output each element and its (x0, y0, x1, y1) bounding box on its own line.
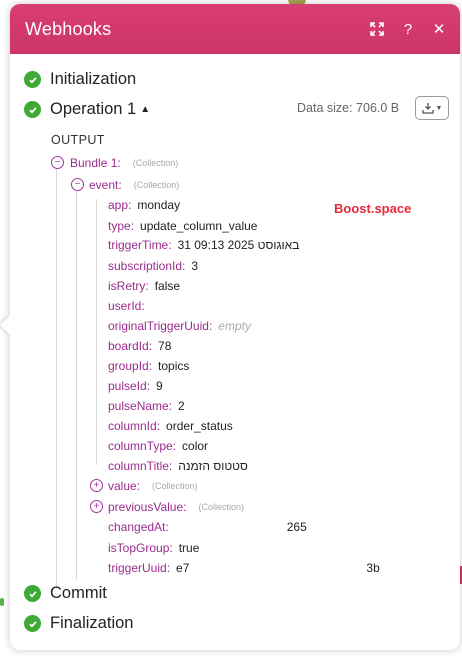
field-changedAt: changedAt: 265 (108, 520, 307, 534)
background-connector (0, 598, 4, 606)
collapse-bundle-icon[interactable]: − (51, 156, 64, 169)
field-originalTriggerUuid: originalTriggerUuid: empty (108, 319, 251, 333)
field-app: app: monday (108, 198, 181, 212)
check-icon (24, 71, 41, 88)
previous-value-row: previousValue: (Collection) (108, 500, 245, 514)
panel-header: Webhooks ? ✕ (10, 4, 460, 54)
output-label: OUTPUT (51, 133, 105, 147)
check-icon (24, 101, 41, 118)
webhooks-panel: Webhooks ? ✕ Initialization Operation 1 … (10, 4, 460, 650)
step-commit[interactable]: Commit (24, 584, 107, 603)
field-triggerTime: triggerTime:31 09:13 2025 באוגוסט (108, 238, 300, 252)
expand-icon[interactable] (370, 22, 384, 36)
field-type: type: update_column_value (108, 219, 258, 233)
help-icon[interactable]: ? (401, 21, 415, 38)
field-columnTitle: columnTitle: סטטוס הזמנה (108, 459, 248, 473)
field-isTopGroup: isTopGroup: true (108, 541, 200, 555)
expand-value-icon[interactable]: + (90, 479, 103, 492)
step-label: Operation 1 (50, 100, 137, 118)
close-icon[interactable]: ✕ (432, 21, 446, 38)
field-userId: userId: (108, 299, 145, 313)
step-label: Commit (50, 584, 107, 602)
step-initialization[interactable]: Initialization (24, 70, 136, 89)
panel-title: Webhooks (25, 18, 112, 39)
expand-previous-value-icon[interactable]: + (90, 500, 103, 513)
step-label: Initialization (50, 70, 137, 88)
field-columnType: columnType: color (108, 439, 209, 453)
field-groupId: groupId: topics (108, 359, 190, 373)
boost-space-watermark: Boost.space (334, 201, 412, 216)
data-size-label: Data size: 706.0 B (297, 101, 400, 115)
field-isRetry: isRetry: false (108, 279, 181, 293)
download-button[interactable]: ▼ (415, 96, 449, 120)
field-subscriptionId: subscriptionId:3 (108, 259, 199, 273)
field-pulseId: pulseId:9 (108, 379, 163, 393)
collapse-event-icon[interactable]: − (71, 178, 84, 191)
step-operation[interactable]: Operation 1 ▲ (24, 100, 150, 119)
value-row: value: (Collection) (108, 479, 198, 493)
check-icon (24, 615, 41, 632)
field-columnId: columnId: order_status (108, 419, 233, 433)
bundle-row: Bundle 1: (Collection) (70, 156, 179, 170)
check-icon (24, 585, 41, 602)
step-finalization[interactable]: Finalization (24, 614, 133, 633)
download-icon (421, 103, 434, 114)
step-label: Finalization (50, 614, 134, 632)
field-pulseName: pulseName:2 (108, 399, 185, 413)
field-triggerUuid: triggerUuid: e7 3b (108, 561, 380, 575)
event-row: event: (Collection) (89, 178, 180, 192)
chevron-down-icon: ▼ (435, 104, 443, 112)
caret-up-icon[interactable]: ▲ (140, 104, 150, 115)
field-boardId: boardId:78 (108, 339, 172, 353)
